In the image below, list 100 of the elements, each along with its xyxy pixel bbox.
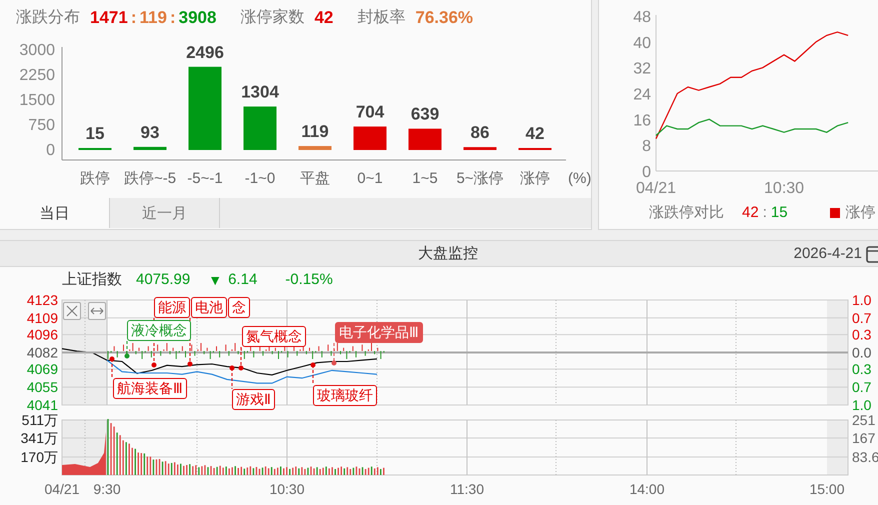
axis-tick-label: 16 bbox=[633, 112, 651, 130]
event-dot bbox=[332, 360, 336, 366]
event-label[interactable]: 液冷概念 bbox=[127, 320, 191, 341]
bar-value-label: 2496 bbox=[186, 42, 224, 62]
axis-tick-label: 750 bbox=[28, 117, 55, 134]
event-label[interactable]: 玻璃玻纤 bbox=[313, 385, 377, 406]
axis-tick-label: 4123 bbox=[26, 292, 58, 308]
event-dot bbox=[230, 366, 234, 370]
category-label: -5~-1 bbox=[187, 170, 223, 187]
axis-tick-label: 14:00 bbox=[629, 481, 665, 497]
axis-tick-label: 0.3 bbox=[852, 326, 872, 343]
bar-value-label: 42 bbox=[526, 124, 544, 143]
resize-icon[interactable] bbox=[88, 302, 106, 320]
event-label[interactable]: 航海装备Ⅲ bbox=[113, 378, 187, 399]
bar-value-label: 86 bbox=[470, 123, 490, 142]
event-label[interactable]: 氮气概念 bbox=[242, 326, 306, 347]
event-dot bbox=[110, 356, 114, 362]
event-label[interactable]: 电池 bbox=[191, 297, 227, 318]
axis-tick-label: 0.7 bbox=[852, 379, 872, 396]
axis-tick-label: 4109 bbox=[26, 310, 58, 326]
event-label[interactable]: 能源 bbox=[154, 297, 190, 318]
axis-tick-label: 0.7 bbox=[852, 310, 872, 326]
down-arrow-icon: ▼ bbox=[208, 272, 222, 288]
bar-value-label: 119 bbox=[301, 122, 329, 142]
leader-line bbox=[312, 364, 314, 386]
event-label[interactable]: 念 bbox=[228, 297, 250, 318]
seal-rate-label: 封板率 bbox=[357, 8, 406, 28]
date-label: 2026-4-21 bbox=[794, 245, 862, 262]
axis-unit-label: (%) bbox=[568, 170, 592, 187]
index-name: 上证指数 bbox=[62, 270, 122, 289]
axis-tick-label: 04/21 bbox=[636, 180, 676, 197]
axis-tick-label: 341万 bbox=[20, 430, 58, 446]
axis-tick-label: 170万 bbox=[20, 449, 58, 465]
axis-tick-label: 1500 bbox=[19, 92, 55, 109]
axis-tick-label: 10:30 bbox=[764, 180, 804, 197]
axis-tick-label: 4055 bbox=[26, 379, 58, 396]
ratio-separator: : bbox=[762, 204, 767, 221]
bar-value-label: 1304 bbox=[241, 82, 279, 102]
close-icon[interactable] bbox=[63, 302, 81, 320]
index-change: 6.14 bbox=[228, 271, 258, 288]
event-dot bbox=[124, 354, 130, 358]
axis-tick-label: 32 bbox=[633, 60, 651, 78]
axis-tick-label: 167 bbox=[852, 430, 876, 446]
index-change-percent: -0.15% bbox=[285, 271, 333, 288]
axis-tick-label: 11:30 bbox=[450, 481, 484, 497]
axis-tick-label: 3000 bbox=[19, 42, 55, 59]
ratio-part: 3908 bbox=[178, 8, 216, 28]
limit-up-label: 涨停家数 bbox=[240, 8, 304, 28]
after-hours-shading bbox=[827, 420, 848, 475]
axis-tick-label: 0 bbox=[642, 164, 651, 181]
axis-tick-label: 251 bbox=[852, 412, 876, 428]
bar bbox=[464, 147, 496, 150]
category-label: 跌停~-5 bbox=[124, 170, 176, 187]
axis-tick-label: 4069 bbox=[26, 361, 58, 378]
axis-tick-label: 15:00 bbox=[809, 481, 845, 497]
ratio-part: 119 bbox=[140, 8, 167, 28]
bar-value-label: 704 bbox=[356, 102, 384, 122]
event-dot bbox=[188, 362, 192, 366]
ratio-part: 1471 bbox=[90, 8, 128, 28]
axis-tick-label: 4041 bbox=[26, 397, 58, 413]
limit-down-count: 15 bbox=[770, 204, 788, 221]
category-label: 5~涨停 bbox=[456, 170, 504, 187]
axis-tick-label: 1.0 bbox=[852, 292, 872, 308]
limit-up-count: 42 bbox=[742, 204, 759, 221]
axis-tick-label: 0 bbox=[46, 142, 55, 159]
axis-tick-label: 2250 bbox=[19, 67, 55, 84]
calendar-icon[interactable] bbox=[866, 244, 878, 264]
panel-title: 大盘监控 bbox=[418, 244, 478, 263]
axis-tick-label: 0.0 bbox=[852, 344, 872, 360]
bar bbox=[354, 126, 386, 150]
bar bbox=[298, 146, 332, 150]
event-label[interactable]: 游戏Ⅱ bbox=[232, 389, 275, 410]
event-label[interactable]: 电子化学品Ⅲ bbox=[335, 322, 423, 343]
bar bbox=[134, 146, 166, 150]
event-dot bbox=[152, 362, 156, 368]
axis-tick-label: 9:30 bbox=[93, 481, 121, 497]
category-label: 平盘 bbox=[300, 170, 330, 187]
bar bbox=[408, 128, 442, 150]
bar-value-label: 15 bbox=[86, 124, 104, 143]
axis-tick-label: 40 bbox=[633, 34, 651, 52]
category-label: -1~0 bbox=[244, 170, 276, 187]
category-label: 0~1 bbox=[357, 170, 383, 187]
axis-tick-label: 4096 bbox=[26, 326, 58, 343]
seal-rate-value: 76.36% bbox=[415, 8, 474, 28]
bar-value-label: 93 bbox=[140, 122, 160, 142]
tab[interactable]: 当日 bbox=[0, 198, 110, 228]
limit-up-count: 42 bbox=[314, 8, 334, 28]
category-label: 涨停 bbox=[520, 170, 550, 187]
axis-tick-label: 24 bbox=[633, 86, 651, 104]
category-label: 1~5 bbox=[412, 170, 438, 187]
axis-tick-label: 8 bbox=[642, 138, 651, 156]
distribution-title: 涨跌分布 bbox=[16, 8, 80, 28]
legend-title: 涨跌停对比 bbox=[649, 203, 724, 222]
category-label: 跌停 bbox=[80, 170, 110, 187]
event-dot bbox=[238, 366, 244, 370]
axis-tick-label: 04/21 bbox=[44, 481, 80, 497]
axis-tick-label: 1.0 bbox=[852, 397, 872, 413]
axis-tick-label: 10:30 bbox=[269, 481, 305, 497]
legend-label: 涨停 bbox=[846, 203, 876, 222]
axis-tick-label: 48 bbox=[633, 9, 651, 26]
